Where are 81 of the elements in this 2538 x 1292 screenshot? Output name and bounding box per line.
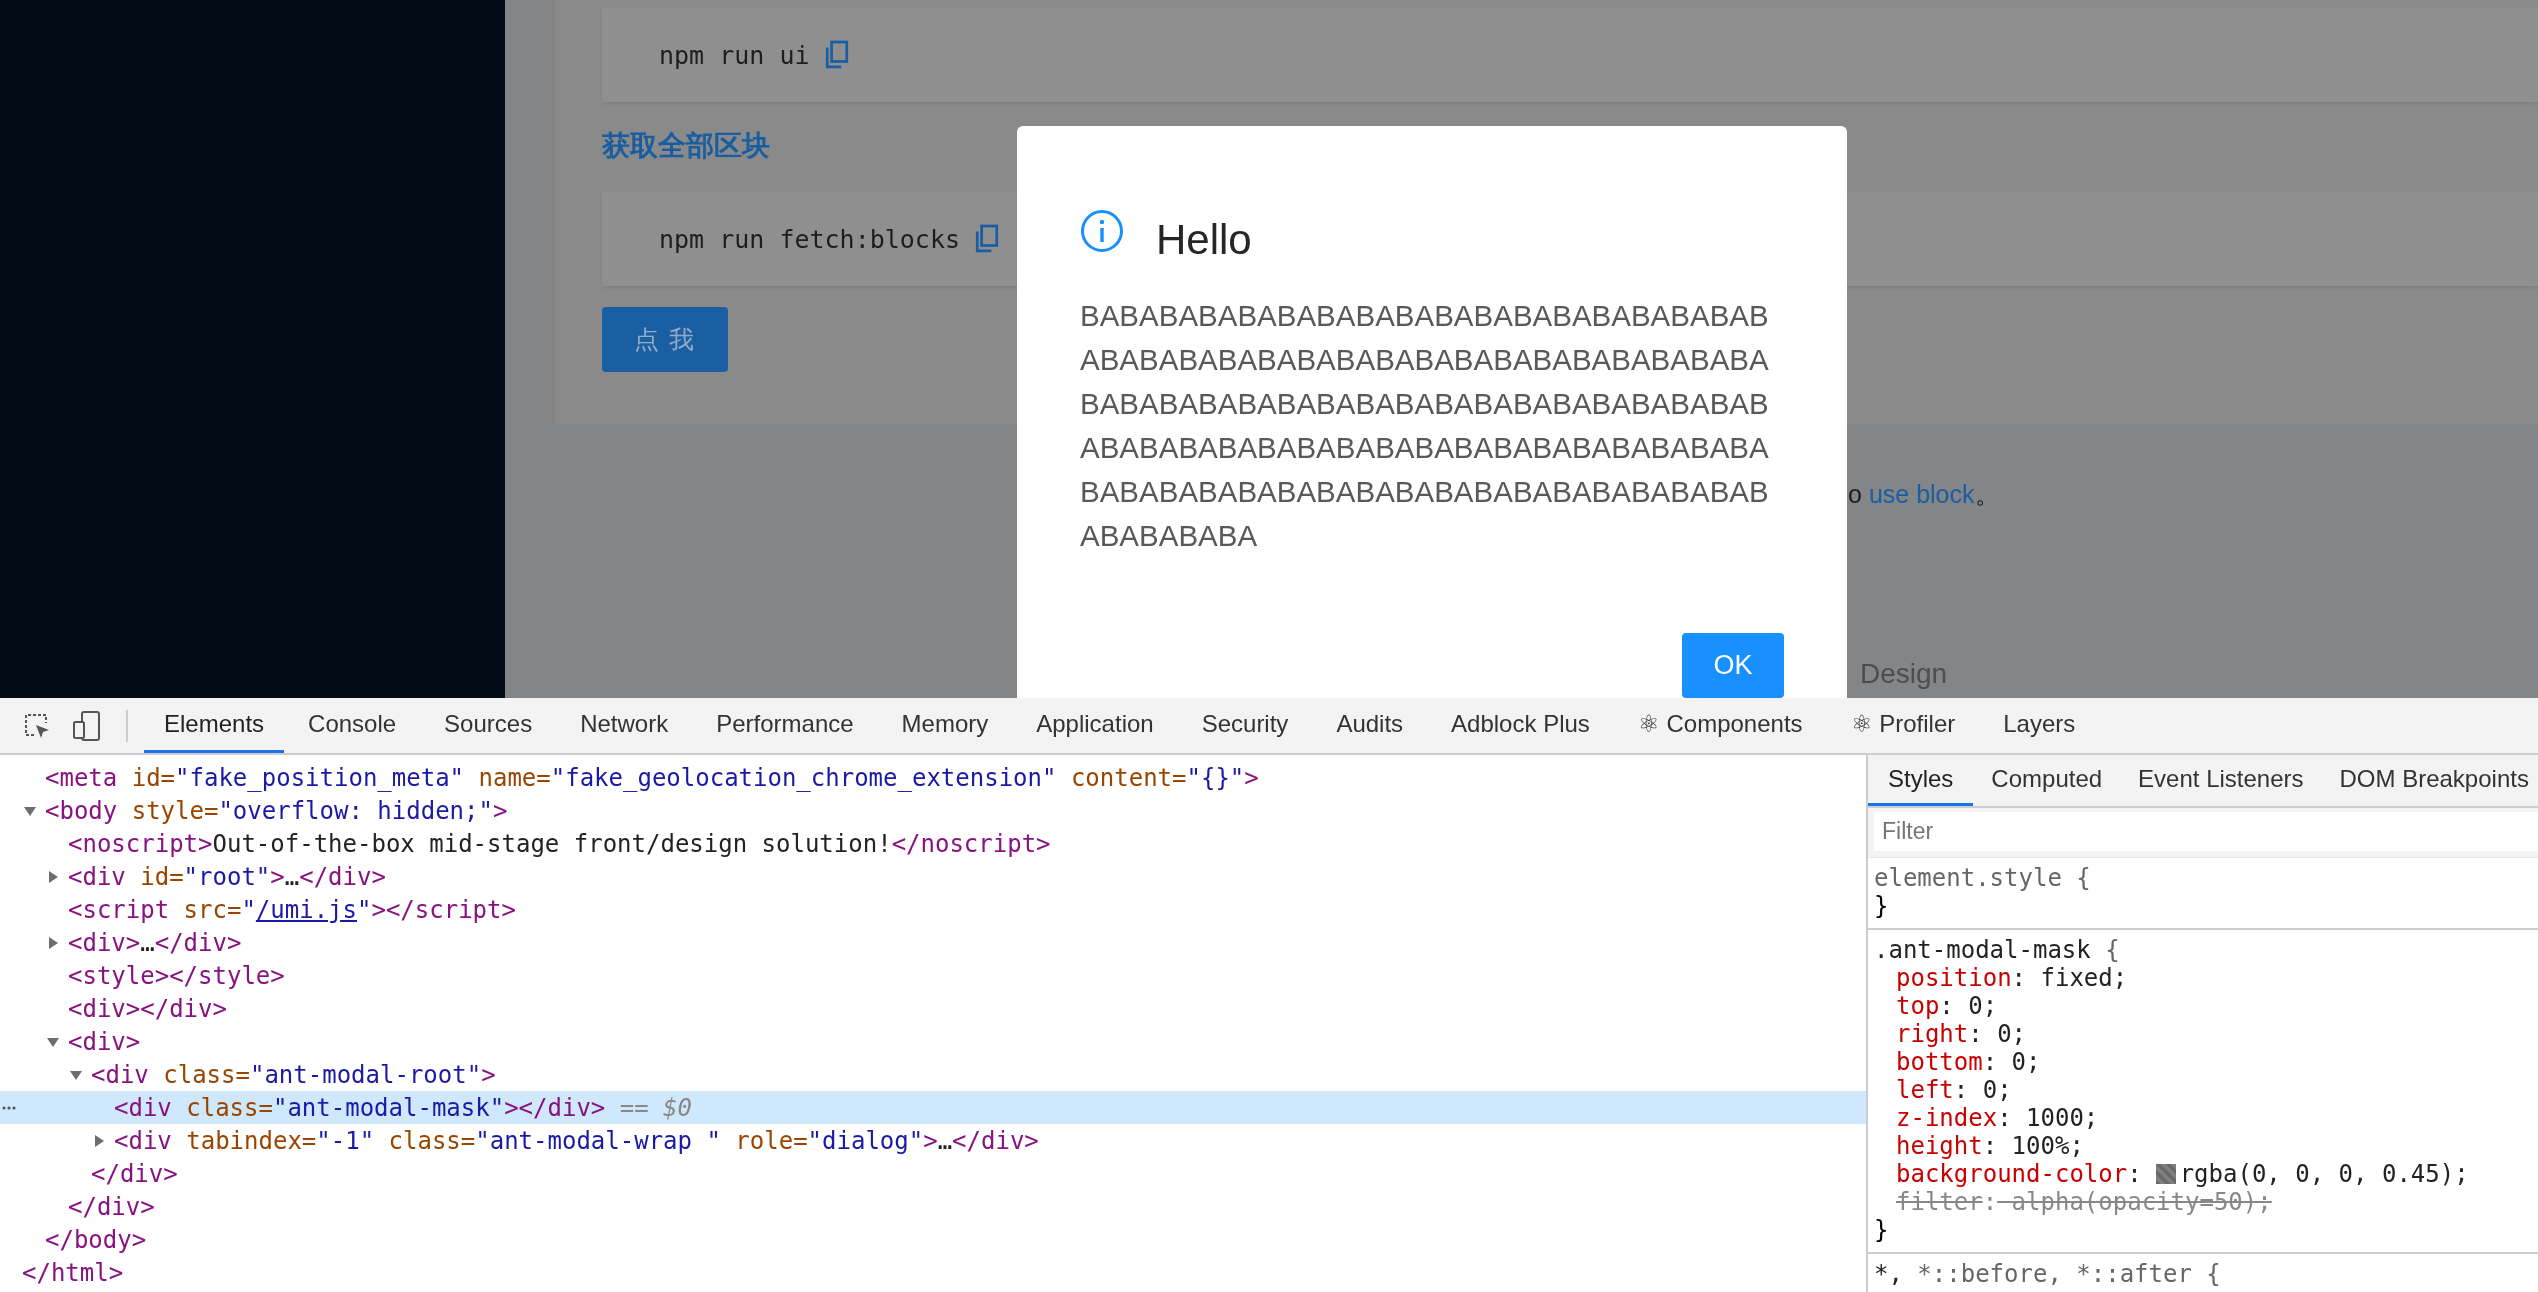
command-text: npm run ui: [659, 40, 810, 70]
footer-text: Design: [1860, 657, 1949, 691]
devtools-tab[interactable]: ⚛ Components: [1613, 698, 1827, 753]
dom-code-line: <body style="overflow: hidden;">: [45, 796, 508, 825]
dom-code-line: <div tabindex="-1" class="ant-modal-wrap " role="dialog">…</div>: [114, 1126, 1039, 1155]
expand-triangle-icon[interactable]: [46, 869, 60, 884]
css-property: height:: [1896, 1132, 1998, 1160]
note-text: o: [1848, 479, 1862, 510]
dom-node-row[interactable]: <style></style>: [0, 959, 1866, 992]
css-brace: }: [1874, 1216, 1890, 1244]
dom-code-line: <div class="ant-modal-root">: [91, 1060, 496, 1089]
devtools-tab[interactable]: Network: [556, 698, 693, 753]
dom-node-row[interactable]: <div></div>: [0, 992, 1866, 1025]
dom-code-line: <noscript>Out-of-the-box mid-stage front/design solution!</noscript>: [68, 829, 1051, 858]
devtools-tab[interactable]: Application: [1012, 698, 1178, 753]
dom-node-row[interactable]: <div class="ant-modal-mask"></div> == $0: [0, 1091, 1866, 1124]
devtools-tab[interactable]: Performance: [692, 698, 878, 753]
devtools-tab[interactable]: Audits: [1312, 698, 1428, 753]
css-selector: *, *::before, *::after {: [1874, 1260, 2222, 1288]
dom-code-line: <div class="ant-modal-mask"></div> == $0: [114, 1093, 692, 1122]
css-property: top:: [1896, 992, 1954, 1020]
styles-tab[interactable]: Event Listeners: [2120, 755, 2322, 806]
devtools-tab[interactable]: ⚛ Profiler: [1826, 698, 1980, 753]
css-property: right:: [1896, 1020, 1983, 1048]
dom-code-line: <div></div>: [68, 994, 227, 1023]
command-text: npm run fetch:blocks: [659, 224, 961, 254]
styles-tab[interactable]: DOM Breakpoints: [2321, 755, 2538, 806]
modal-content: BABABABABABABABABABABABABABABABABABABABABABABABABABABABABABABABABABABABABABABABABABABABABABABABABABABABABABABABABABABABABABABABABABABABABABABABABABABABABABABABABABABABABABABABABABABABA: [1080, 298, 1770, 554]
modal-title: Hello: [1156, 216, 1252, 264]
more-icon[interactable]: [2, 1106, 16, 1110]
css-property: bottom:: [1896, 1048, 1998, 1076]
css-brace: }: [1874, 892, 1890, 920]
device-toggle-icon[interactable]: [72, 709, 102, 742]
css-property: z-index:: [1896, 1104, 2012, 1132]
dom-code-line: </div>: [68, 1192, 155, 1221]
note-text: 。: [1974, 479, 2000, 510]
devtools-tab[interactable]: Adblock Plus: [1427, 698, 1614, 753]
dom-code-line: <div>: [68, 1027, 141, 1056]
dom-node-row[interactable]: <meta id="fake_position_meta" name="fake_geolocation_chrome_extension" content="{}">: [0, 761, 1866, 794]
dom-node-row[interactable]: <div class="ant-modal-root">: [0, 1058, 1866, 1091]
css-value: 1000;: [2025, 1104, 2099, 1132]
css-value: 0;: [2010, 1048, 2041, 1076]
css-value: fixed;: [2039, 964, 2128, 992]
css-property: left:: [1896, 1076, 1969, 1104]
info-icon: [1080, 209, 1124, 253]
dom-code-line: <script src="/umi.js"></script>: [68, 895, 516, 924]
dom-code-line: <style></style>: [68, 961, 285, 990]
styles-tab[interactable]: Computed: [1973, 755, 2121, 806]
color-swatch-icon[interactable]: [2155, 1164, 2176, 1184]
dom-code-line: </div>: [91, 1159, 178, 1188]
dom-code-line: </body>: [45, 1225, 147, 1254]
dom-code-line: <div id="root">…</div>: [68, 862, 386, 891]
dom-code-line: <div>…</div>: [68, 928, 242, 957]
expand-triangle-icon[interactable]: [92, 1133, 106, 1148]
css-selector: element.style {: [1874, 864, 2092, 892]
devtools-tab[interactable]: Console: [284, 698, 421, 753]
dom-node-row[interactable]: <noscript>Out-of-the-box mid-stage front/design solution!</noscript>: [0, 827, 1866, 860]
css-property: background-color:: [1896, 1160, 2142, 1188]
css-value: 0;: [1967, 992, 1998, 1020]
css-selector: .ant-modal-mask {: [1874, 936, 2121, 964]
dom-node-row[interactable]: <body style="overflow: hidden;">: [0, 794, 1866, 827]
dom-node-row[interactable]: <div tabindex="-1" class="ant-modal-wrap " role="dialog">…</div>: [0, 1124, 1866, 1157]
css-value: 0;: [1996, 1020, 2027, 1048]
dom-node-row[interactable]: <script src="/umi.js"></script>: [0, 893, 1866, 926]
css-value: 0;: [1981, 1076, 2012, 1104]
devtools-tab[interactable]: Layers: [1979, 698, 2100, 753]
dom-code-line: <meta id="fake_position_meta" name="fake_geolocation_chrome_extension" content="{}">: [45, 763, 1259, 792]
filter-field[interactable]: Filter: [1874, 812, 2538, 851]
devtools-tab[interactable]: Sources: [420, 698, 557, 753]
css-property: position:: [1896, 964, 2027, 992]
dom-node-row[interactable]: <div>…</div>: [0, 926, 1866, 959]
css-value: rgba(0, 0, 0, 0.45);: [2179, 1160, 2469, 1188]
section-heading: 获取全部区块: [602, 132, 770, 160]
dom-node-row[interactable]: <div>: [0, 1025, 1866, 1058]
expand-triangle-icon[interactable]: [46, 935, 60, 950]
devtools-tab[interactable]: Security: [1177, 698, 1313, 753]
css-value: 100%;: [2010, 1132, 2084, 1160]
dom-node-row[interactable]: <div id="root">…</div>: [0, 860, 1866, 893]
dom-code-line: </html>: [22, 1258, 124, 1287]
devtools-tab[interactable]: Memory: [877, 698, 1013, 753]
devtools-tab[interactable]: Elements: [144, 698, 285, 753]
